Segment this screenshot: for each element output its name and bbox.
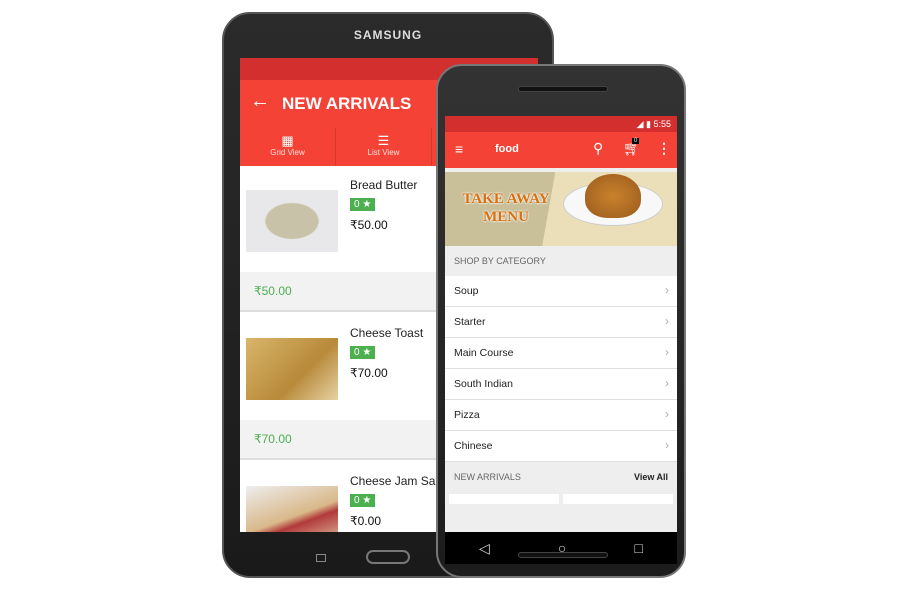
status-time: 5:55: [653, 119, 671, 129]
recent-apps-button[interactable]: [316, 554, 326, 562]
section-title: NEW ARRIVALS: [454, 472, 521, 482]
home-button[interactable]: [366, 550, 410, 564]
tab-list-view[interactable]: ☰ List View: [336, 128, 432, 166]
category-label: Main Course: [454, 347, 514, 359]
product-price: ₹70.00: [350, 366, 388, 380]
category-row[interactable]: Main Course ›: [445, 338, 677, 369]
brand-logo: SAMSUNG: [353, 28, 423, 42]
back-nav-icon[interactable]: ◁: [479, 540, 490, 557]
rating-badge: 0 ★: [350, 346, 376, 359]
food-image: [585, 174, 641, 218]
list-icon: ☰: [377, 133, 390, 148]
status-bar: ◢ ▮ 5:55: [445, 116, 677, 132]
chevron-right-icon: ›: [665, 407, 669, 421]
rating-badge: 0 ★: [350, 494, 376, 507]
back-arrow-icon[interactable]: ←: [250, 90, 270, 113]
total-price: ₹70.00: [254, 432, 292, 446]
product-card[interactable]: [449, 494, 559, 504]
product-price: ₹50.00: [350, 218, 388, 232]
banner-text: TAKE AWAY MENU: [451, 190, 561, 226]
view-all-link[interactable]: View All: [634, 472, 668, 482]
app-title: food: [495, 143, 519, 155]
category-label: Soup: [454, 285, 479, 297]
chevron-right-icon: ›: [665, 283, 669, 297]
new-arrivals-header: NEW ARRIVALS View All: [445, 462, 677, 492]
chevron-right-icon: ›: [665, 314, 669, 328]
speaker: [518, 552, 608, 558]
banner-line: TAKE AWAY: [462, 191, 550, 207]
section-header: SHOP BY CATEGORY: [454, 256, 546, 266]
rating-badge: 0 ★: [350, 198, 376, 211]
total-price: ₹50.00: [254, 284, 292, 298]
overflow-menu-icon[interactable]: ⋮: [657, 140, 671, 157]
search-icon[interactable]: ⚲: [593, 140, 603, 157]
product-price: ₹0.00: [350, 514, 381, 528]
speaker: [518, 86, 608, 92]
chevron-right-icon: ›: [665, 376, 669, 390]
phone-device: ◢ ▮ 5:55 ≡ food ⚲ 🛒︎ 0 ⋮ TAKE AWAY MENU S…: [436, 64, 686, 578]
product-image: [246, 338, 338, 400]
nav-bar: ◁ ○ □: [445, 532, 677, 564]
cart-badge: 0: [632, 138, 640, 144]
category-row[interactable]: Chinese ›: [445, 431, 677, 462]
promo-banner[interactable]: TAKE AWAY MENU: [445, 172, 677, 246]
tab-grid-view[interactable]: ▦ Grid View: [240, 128, 336, 166]
category-row[interactable]: Soup ›: [445, 276, 677, 307]
product-card[interactable]: [563, 494, 673, 504]
recents-nav-icon[interactable]: □: [634, 540, 642, 556]
product-name: Bread Butter: [350, 178, 418, 192]
product-name: Cheese Toast: [350, 326, 424, 340]
product-image: [246, 190, 338, 252]
grid-icon: ▦: [281, 133, 294, 148]
chevron-right-icon: ›: [665, 438, 669, 452]
category-label: Pizza: [454, 409, 480, 421]
product-image: [246, 486, 338, 532]
category-row[interactable]: South Indian ›: [445, 369, 677, 400]
chevron-right-icon: ›: [665, 345, 669, 359]
category-row[interactable]: Starter ›: [445, 307, 677, 338]
page-title: NEW ARRIVALS: [282, 94, 412, 113]
category-label: Chinese: [454, 440, 493, 452]
banner-line: MENU: [483, 209, 529, 225]
category-label: Starter: [454, 316, 486, 328]
category-label: South Indian: [454, 378, 513, 390]
tab-label: List View: [367, 148, 400, 157]
menu-icon[interactable]: ≡: [455, 141, 463, 157]
toolbar: ≡ food ⚲ 🛒︎ 0 ⋮: [445, 132, 677, 168]
phone-screen: ◢ ▮ 5:55 ≡ food ⚲ 🛒︎ 0 ⋮ TAKE AWAY MENU S…: [445, 116, 677, 532]
category-row[interactable]: Pizza ›: [445, 400, 677, 431]
tab-label: Grid View: [270, 148, 305, 157]
